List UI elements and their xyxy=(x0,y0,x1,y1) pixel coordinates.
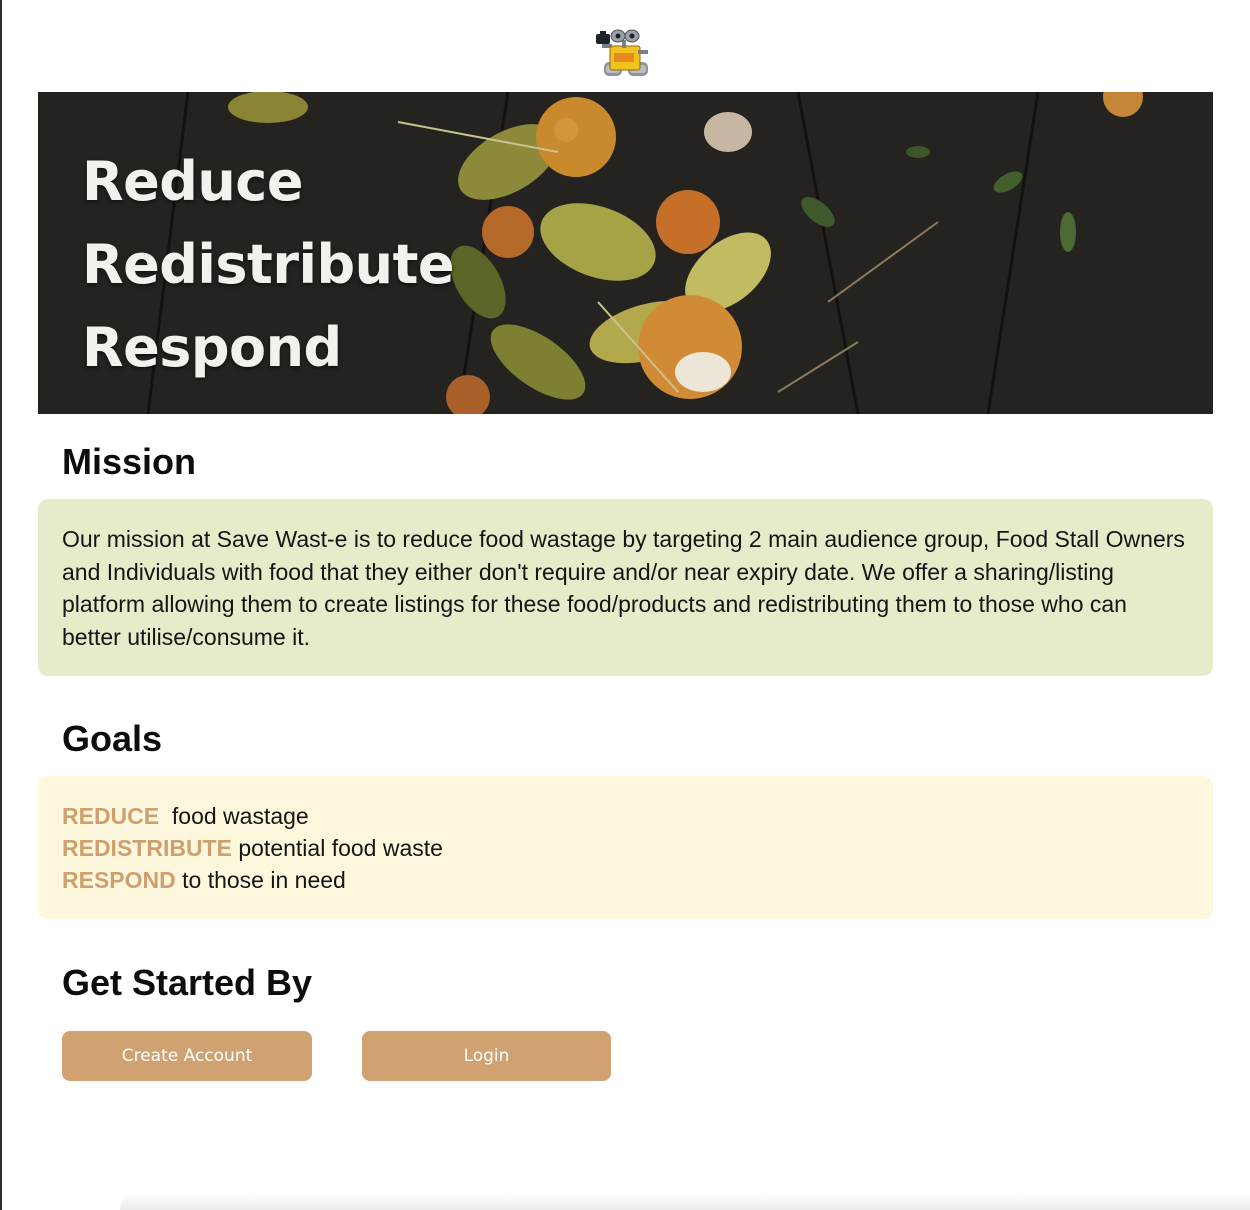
goal-item-reduce: REDUCE food wastage xyxy=(62,800,1189,832)
create-account-button[interactable]: Create Account xyxy=(62,1031,312,1081)
goals-card: REDUCE food wastage REDISTRIBUTE potenti… xyxy=(38,776,1213,919)
goal-keyword: REDUCE xyxy=(62,803,160,829)
goal-item-respond: RESPOND to those in need xyxy=(62,864,1189,896)
get-started-title: Get Started By xyxy=(62,962,313,1003)
hero-banner: Reduce Redistribute Respond xyxy=(38,92,1213,414)
login-button[interactable]: Login xyxy=(362,1031,611,1081)
hero-tagline: Reduce Redistribute Respond xyxy=(82,140,455,389)
hero-line-redistribute: Redistribute xyxy=(82,233,455,296)
robot-mascot-icon[interactable] xyxy=(594,26,654,80)
goal-text: to those in need xyxy=(182,867,346,893)
mission-text: Our mission at Save Wast-e is to reduce … xyxy=(62,526,1185,650)
hero-line-respond: Respond xyxy=(82,316,342,379)
goals-title: Goals xyxy=(62,718,163,759)
goal-keyword: RESPOND xyxy=(62,867,176,893)
goal-text: potential food waste xyxy=(238,835,443,861)
mission-card: Our mission at Save Wast-e is to reduce … xyxy=(38,499,1213,676)
window-bottom-shadow xyxy=(120,1192,1250,1210)
goal-item-redistribute: REDISTRIBUTE potential food waste xyxy=(62,832,1189,864)
goal-keyword: REDISTRIBUTE xyxy=(62,835,232,861)
mission-title: Mission xyxy=(62,441,197,482)
hero-line-reduce: Reduce xyxy=(82,150,303,213)
goal-text: food wastage xyxy=(165,803,309,829)
window-edge xyxy=(0,0,2,1210)
